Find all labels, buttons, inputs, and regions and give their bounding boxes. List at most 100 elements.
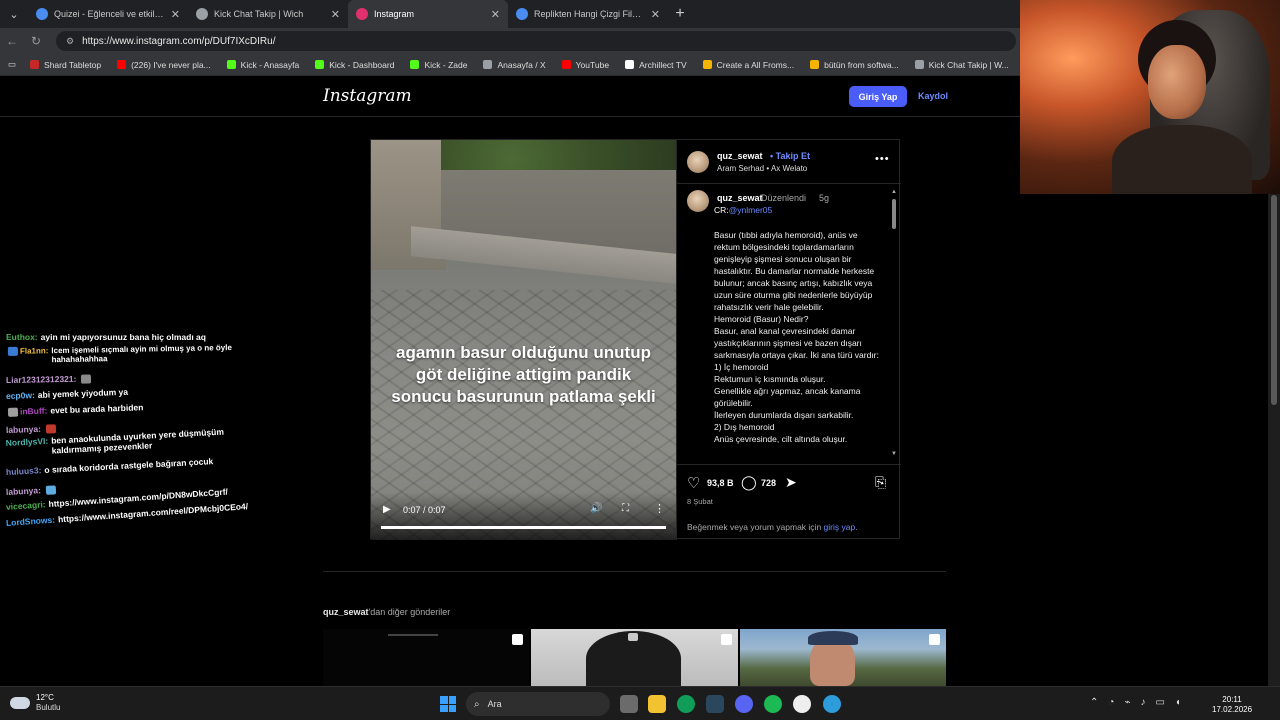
steam-icon[interactable] (706, 695, 724, 713)
bookmark-label: Kick - Dashboard (329, 59, 395, 70)
emote-icon (81, 374, 92, 384)
post-thumbnail[interactable] (323, 629, 530, 686)
avatar[interactable] (687, 151, 709, 173)
comment-username[interactable]: quz_sewat (717, 193, 763, 203)
bookmark-item[interactable]: Kick - Dashboard (315, 60, 394, 70)
credit-mention-link[interactable]: @ynlmer05 (729, 205, 773, 215)
system-clock[interactable]: 20:11 17.02.2026 (1212, 695, 1252, 715)
video-progress-bar[interactable] (381, 526, 666, 529)
microphone-icon[interactable]: ♪ (1140, 697, 1145, 708)
bookmark-label: Kick Chat Takip | W... (928, 59, 1009, 70)
unreal-icon[interactable] (793, 695, 811, 713)
address-bar[interactable]: ⚙ https://www.instagram.com/p/DUf7IXcDIR… (56, 31, 1016, 51)
instagram-logo[interactable]: Instagram (323, 86, 412, 106)
signup-link[interactable]: Kaydol (918, 91, 948, 101)
network-icon[interactable]: ⌁ (1124, 697, 1130, 708)
play-icon[interactable]: ▶ (383, 504, 391, 515)
tray-app-icon[interactable]: ◔ (1108, 697, 1114, 708)
windows-start-icon[interactable] (440, 696, 456, 712)
bookmark-item[interactable]: Kick Chat Takip | W... (914, 59, 1009, 70)
weather-widget[interactable]: 12°C Bulutlu (10, 693, 60, 713)
bookmark-item[interactable]: YouTube (561, 60, 609, 70)
bookmark-favicon-icon (702, 60, 712, 69)
bookmark-label: Kick - Anasayfa (240, 59, 300, 70)
kick-icon (315, 60, 325, 69)
all-bookmarks-icon[interactable]: ▭ (8, 59, 16, 70)
badge-icon (7, 347, 19, 357)
tab-quizei[interactable]: Quizei - Eğlenceli ve etkileşimli qu ✕ (28, 0, 188, 28)
bookmark-item[interactable]: bütün from softwa... (810, 60, 899, 70)
chat-username: labunya: (5, 485, 42, 497)
bookmark-item[interactable]: Create a All Froms... (702, 60, 794, 70)
more-options-icon[interactable]: ••• (875, 153, 890, 165)
comment-icon[interactable]: ◯ (741, 474, 757, 491)
audio-credit[interactable]: Aram Serhad • Ax Welato (717, 164, 807, 173)
system-tray: ⌃ ◔ ⌁ ♪ ▭ ◖ (1090, 697, 1181, 708)
monitor-icon[interactable]: ▭ (1155, 697, 1164, 708)
scroll-down-icon[interactable]: ▼ (891, 451, 897, 457)
like-count: 93,8 B (707, 478, 734, 488)
tab-favicon-icon (36, 8, 48, 20)
discord-icon[interactable] (735, 695, 753, 713)
tab-search-icon[interactable]: ⌄ (0, 0, 28, 28)
tab-replikten[interactable]: Replikten Hangi Çizgi Film Olduğu ✕ (508, 0, 668, 28)
chat-username: LordSnows: (5, 514, 56, 528)
chat-text: ayin mi yapıyorsunuz bana hiç olmadı aq (40, 332, 206, 342)
volume-icon[interactable]: ◖ (1175, 697, 1181, 708)
volume-icon[interactable]: 🔊 (590, 503, 602, 514)
spotify-icon[interactable] (764, 695, 782, 713)
chat-text: ben anaokulunda uyurken yere düşmüşüm ka… (50, 426, 225, 456)
chevron-up-icon[interactable]: ⌃ (1090, 697, 1098, 708)
chat-username: NordlysVI: (5, 435, 49, 448)
comment-body: Basur (tıbbi adıyla hemoroid), anüs ve r… (714, 230, 879, 444)
post-username[interactable]: quz_sewat (717, 151, 763, 161)
avatar[interactable] (687, 190, 709, 212)
tab-instagram[interactable]: Instagram ✕ (348, 0, 508, 28)
scroll-up-icon[interactable]: ▲ (891, 189, 897, 195)
post-thumbnail[interactable] (531, 629, 738, 686)
edge-icon[interactable] (677, 695, 695, 713)
post-thumbnail[interactable] (739, 629, 946, 686)
bookmark-item[interactable]: Archillect TV (625, 60, 687, 70)
clock-time: 20:11 (1222, 695, 1242, 704)
webcam-overlay (1020, 0, 1280, 194)
taskbar-search[interactable]: ⌕ Ara (466, 692, 610, 716)
bookmark-item[interactable]: Anasayfa / X (483, 60, 546, 70)
site-info-icon[interactable]: ⚙ (66, 36, 74, 47)
bookmark-item[interactable]: Kick - Zade (410, 60, 467, 70)
bookmark-item[interactable]: (226) I've never pla... (117, 60, 211, 70)
back-arrow-icon[interactable]: ← (0, 34, 24, 48)
scrollbar-thumb[interactable] (892, 199, 896, 229)
login-prompt-link[interactable]: giriş yap (824, 522, 856, 532)
close-icon[interactable]: ✕ (171, 8, 180, 21)
close-icon[interactable]: ✕ (491, 8, 500, 21)
reload-icon[interactable]: ↻ (24, 34, 48, 48)
file-explorer-icon[interactable] (648, 695, 666, 713)
more-posts-user[interactable]: quz_sewat (323, 607, 369, 617)
fullscreen-icon[interactable]: ⛶ (622, 503, 629, 514)
post-video[interactable]: agamın basur olduğunu unutup göt deliğin… (371, 140, 676, 540)
chat-message: inBuff: evet bu arada harbiden (6, 402, 144, 418)
tab-kick-chat[interactable]: Kick Chat Takip | Wich ✕ (188, 0, 348, 28)
login-button[interactable]: Giriş Yap (849, 86, 907, 107)
close-icon[interactable]: ✕ (331, 8, 340, 21)
app-icon[interactable] (823, 695, 841, 713)
close-icon[interactable]: ✕ (651, 8, 660, 21)
chat-text: abi yemek yiyodum ya (37, 386, 129, 400)
task-view-icon[interactable] (620, 695, 638, 713)
bookmark-icon[interactable]: ⎘ (875, 474, 886, 491)
follow-button[interactable]: • Takip Et (770, 151, 810, 161)
scrollbar-thumb[interactable] (1271, 195, 1277, 405)
webcam-content (1148, 45, 1206, 119)
globe-icon (483, 60, 493, 69)
new-tab-button[interactable]: + (668, 2, 692, 26)
heart-icon[interactable]: ♡ (687, 474, 700, 492)
bookmark-item[interactable]: Kick - Anasayfa (226, 59, 300, 70)
bookmark-item[interactable]: Shard Tabletop (30, 60, 101, 70)
more-options-icon[interactable]: ⋮ (654, 502, 665, 515)
share-icon[interactable]: ➤ (785, 474, 797, 491)
post-card: agamın basur olduğunu unutup göt deliğin… (370, 139, 901, 540)
comment-scrollbar[interactable]: ▲ ▼ (891, 189, 897, 459)
comment-credit: CR:@ynlmer05 (714, 205, 772, 215)
chat-message: Fla1nn: lcem işemeli sıçmalı ayin mi olmu… (6, 343, 252, 365)
